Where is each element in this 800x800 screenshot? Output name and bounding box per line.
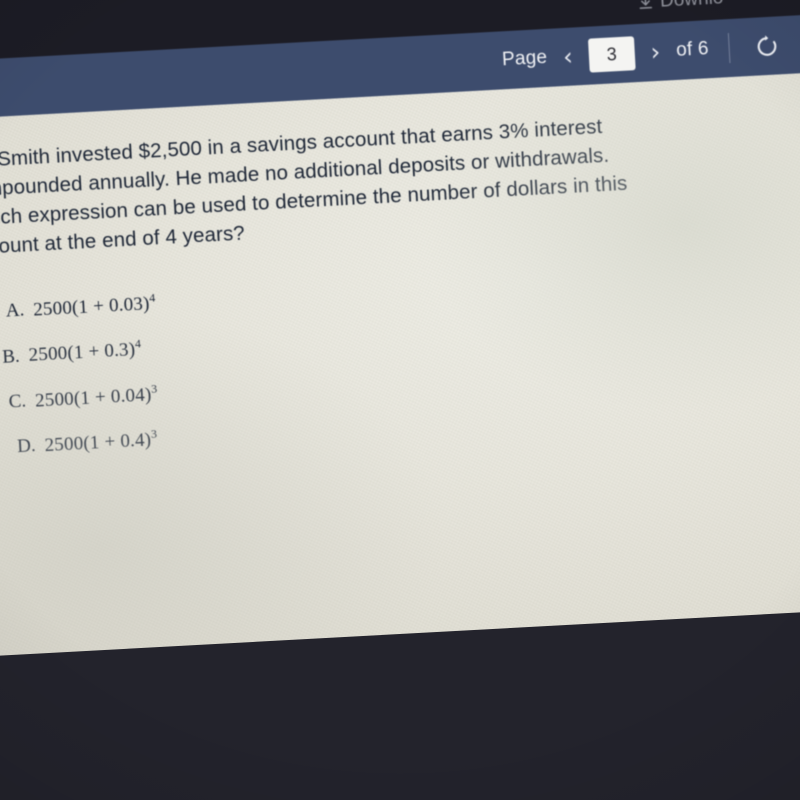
choice-letter: B. — [1, 345, 21, 368]
choice-letter: C. — [8, 390, 27, 413]
toolbar-divider — [727, 33, 731, 64]
rotate-clockwise-icon[interactable] — [749, 28, 785, 64]
document-page: 6. Mr. Smith invested $2,500 in a saving… — [0, 68, 800, 682]
chevron-left-icon[interactable]: ‹ — [561, 43, 576, 71]
total-pages-label: of 6 — [675, 38, 710, 61]
choice-expression: 2500(1 + 0.04)3 — [34, 381, 158, 412]
photo-of-screen: e.com/courses/ Downlo Page ‹ 3 › of 6 — [0, 0, 800, 800]
answer-choice-d[interactable]: D. 2500(1 + 0.4)3 — [16, 426, 163, 458]
page-number-input[interactable]: 3 — [587, 36, 636, 73]
page-label: Page — [501, 46, 548, 71]
download-label: Downlo — [659, 0, 723, 13]
answer-choice-b[interactable]: B. 2500(1 + 0.3)4 — [2, 336, 159, 369]
choice-letter: A. — [5, 299, 25, 322]
answer-choice-c[interactable]: C. 2500(1 + 0.04)3 — [8, 381, 161, 414]
download-button[interactable]: Downlo — [636, 0, 724, 14]
download-arrow-icon — [637, 0, 655, 12]
choice-letter: D. — [16, 435, 37, 458]
page-navigation-group: Page ‹ 3 › of 6 — [501, 32, 709, 77]
answer-choice-a[interactable]: A. 2500(1 + 0.03)4 — [5, 290, 156, 322]
question-block: 6. Mr. Smith invested $2,500 in a saving… — [0, 106, 714, 263]
answer-choices: A. 2500(1 + 0.03)4 B. 2500(1 + 0.3)4 C. … — [2, 290, 165, 479]
choice-expression: 2500(1 + 0.4)3 — [44, 426, 158, 456]
choice-expression: 2500(1 + 0.3)4 — [28, 336, 142, 367]
chevron-right-icon[interactable]: › — [648, 38, 663, 66]
choice-expression: 2500(1 + 0.03)4 — [32, 290, 156, 321]
